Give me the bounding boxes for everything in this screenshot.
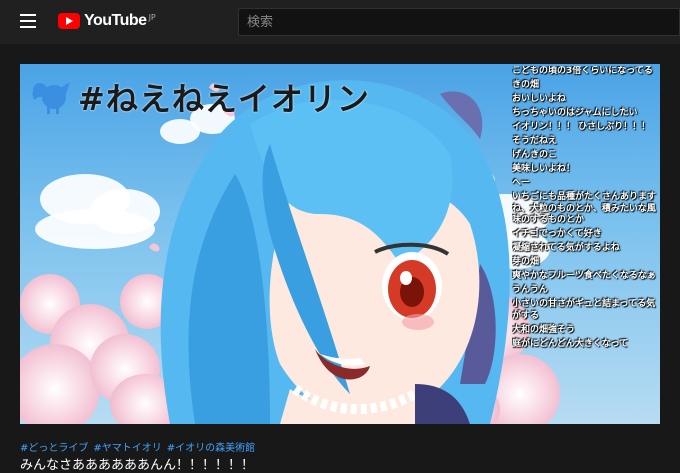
video-player[interactable]: #ねえねえイオリン こどもの頃の3倍くらいになってる きの畑 おいしいよね ちっ… bbox=[20, 64, 660, 424]
search-box bbox=[238, 8, 680, 36]
hashtag-list: #どっとライブ #ヤマトイオリ #イオリの森美術館 bbox=[20, 439, 260, 454]
overlay-title-text: #ねえねえイオリン bbox=[78, 80, 370, 118]
chat-message: こどもの頃の3倍くらいになってる bbox=[512, 66, 653, 76]
chat-message: 庭がにどんどん大きくなって bbox=[512, 338, 629, 349]
chat-message: きの畑 bbox=[512, 80, 540, 90]
chat-message: いちごにも品種がたくさんありますね、大粒のものとか、積みたいな風味のするものとか bbox=[512, 192, 657, 225]
hamburger-menu-icon[interactable] bbox=[20, 14, 36, 28]
hashtag-link[interactable]: #ヤマトイオリ bbox=[93, 443, 161, 454]
chat-message: 小さいの甘さがギュと詰まってる気がする bbox=[512, 299, 656, 321]
hashtag-link[interactable]: #イオリの森美術館 bbox=[167, 443, 255, 454]
logo-region: JP bbox=[148, 12, 156, 22]
logo-text: YouTube bbox=[84, 12, 147, 29]
chat-overlay: こどもの頃の3倍くらいになってる きの畑 おいしいよね ちっちゃいのはジャムにし… bbox=[512, 66, 658, 422]
top-bar: YouTube JP bbox=[0, 0, 680, 44]
chat-message: ちっちゃいのはジャムにしたい bbox=[512, 108, 638, 118]
chat-message: 美味しいよね！ bbox=[512, 164, 575, 174]
chat-message: げんきのこ bbox=[512, 150, 558, 160]
video-title: みんなさああああああんん！！！！！！ bbox=[20, 458, 255, 473]
chat-message: 凝縮されてる気がするよね bbox=[512, 243, 620, 253]
chat-message: イオリン！！！ ひさしぶり！！！ bbox=[512, 122, 651, 132]
chat-message: うんうん bbox=[512, 285, 549, 295]
chat-message: そうだねえ bbox=[512, 136, 558, 146]
chat-message: 爽やかなフルーツ食べたくなるなぁ bbox=[512, 271, 656, 281]
overlay-title: #ねえねえイオリン bbox=[30, 74, 370, 120]
chat-message: 大和の畑強そう bbox=[512, 324, 576, 335]
blue-bird-icon bbox=[32, 82, 70, 114]
youtube-play-icon bbox=[58, 13, 80, 29]
chat-message: へー bbox=[512, 178, 531, 188]
youtube-logo[interactable]: YouTube JP bbox=[58, 12, 156, 30]
chat-message: 芽の畑 bbox=[512, 257, 540, 267]
chat-message: おいしいよね bbox=[512, 94, 566, 104]
search-input[interactable] bbox=[239, 9, 680, 35]
hashtag-link[interactable]: #どっとライブ bbox=[20, 443, 88, 454]
chat-message: イチゴでっかくて好き bbox=[512, 229, 602, 239]
